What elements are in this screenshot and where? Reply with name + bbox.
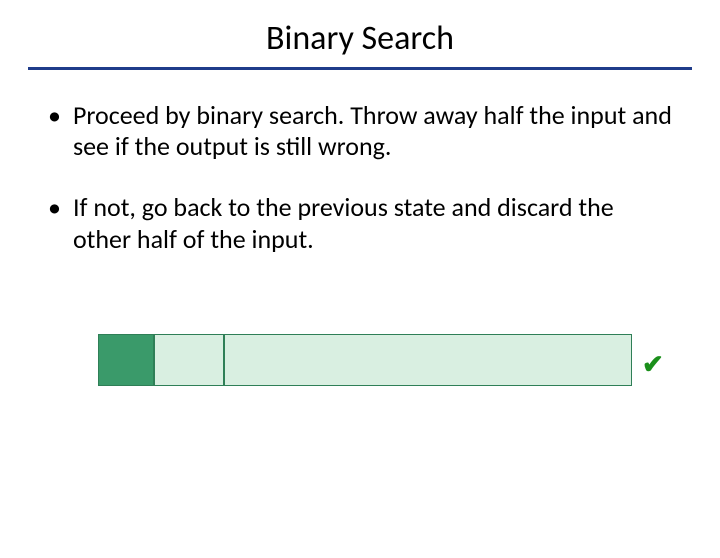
diagram-segment-discarded-a [154, 334, 224, 386]
bullet-marker: • [48, 192, 61, 254]
diagram-segment-discarded-b [224, 334, 632, 386]
bullet-item: • If not, go back to the previous state … [48, 192, 672, 254]
bullet-text: Proceed by binary search. Throw away hal… [73, 100, 672, 162]
binary-search-diagram: ✔ [98, 334, 668, 388]
title-underline [28, 67, 692, 70]
bullet-marker: • [48, 100, 61, 162]
slide: Binary Search • Proceed by binary search… [0, 18, 720, 558]
content-area: • Proceed by binary search. Throw away h… [0, 100, 720, 255]
page-title: Binary Search [0, 18, 720, 59]
bullet-text: If not, go back to the previous state an… [73, 192, 672, 254]
diagram-segment-kept [98, 334, 154, 386]
bullet-item: • Proceed by binary search. Throw away h… [48, 100, 672, 162]
checkmark-icon: ✔ [642, 348, 664, 380]
